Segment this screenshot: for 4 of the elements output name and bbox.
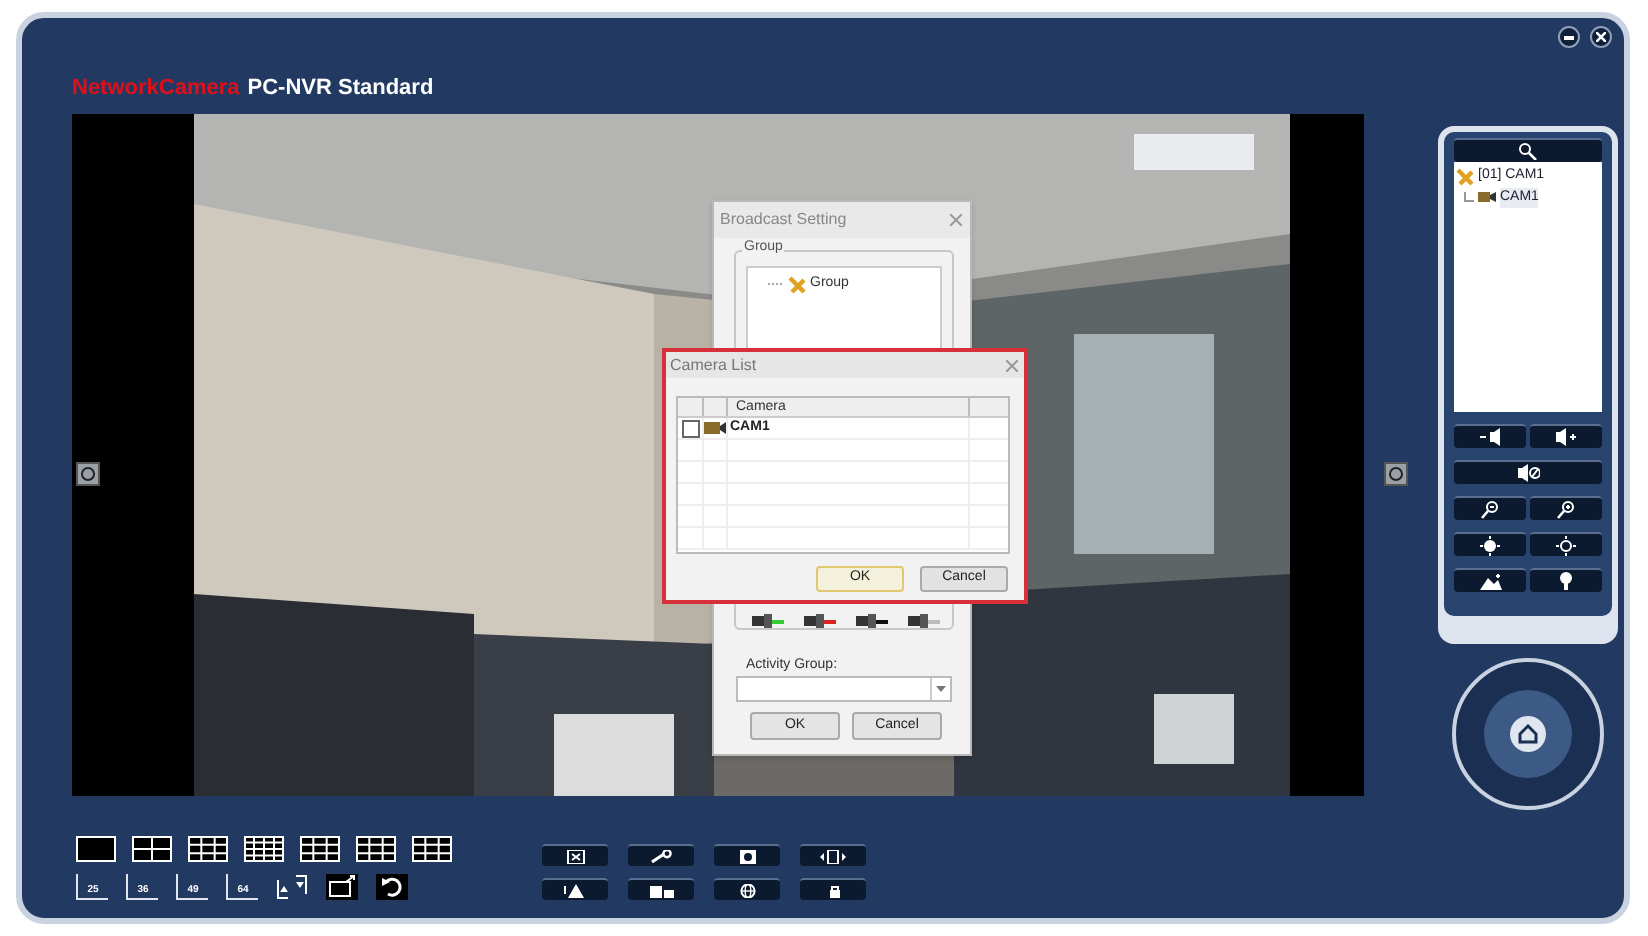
dialog-title: Camera List — [670, 353, 757, 377]
dialog-title: Broadcast Setting — [720, 208, 847, 232]
brand-name: NetworkCamera — [72, 73, 240, 103]
app-title: PC-NVR Standard — [247, 73, 434, 103]
